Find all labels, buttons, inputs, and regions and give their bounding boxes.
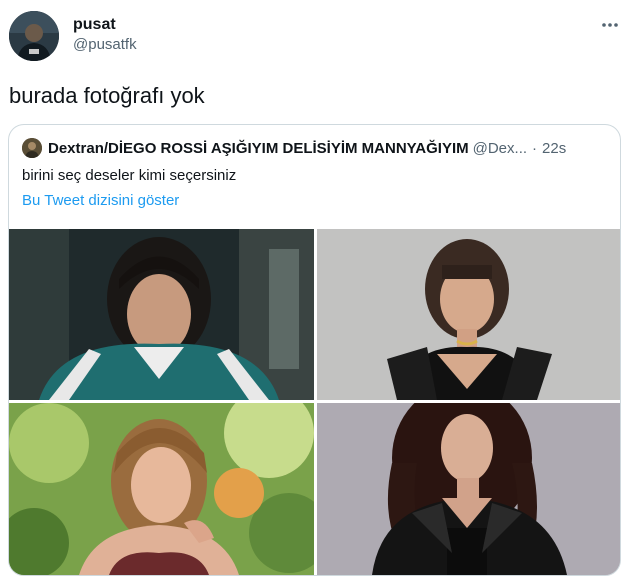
quoted-tweet-text: birini seç deseler kimi seçersiniz bbox=[22, 167, 237, 184]
photo-2[interactable] bbox=[317, 229, 620, 400]
quoted-tweet-header: Dextran/DİEGO ROSSİ AŞIĞIYIM DELİSİYİM M… bbox=[22, 137, 610, 159]
author-avatar[interactable] bbox=[9, 11, 59, 61]
tweet: pusat @pusatfk burada fotoğrafı yok Dext… bbox=[0, 0, 635, 583]
quoted-tweet[interactable]: Dextran/DİEGO ROSSİ AŞIĞIYIM DELİSİYİM M… bbox=[8, 124, 621, 576]
more-horizontal-icon[interactable] bbox=[599, 14, 621, 36]
photo-3[interactable] bbox=[9, 403, 314, 575]
photo-4[interactable] bbox=[317, 403, 620, 575]
quoted-tweet-time[interactable]: 22s bbox=[542, 140, 566, 157]
quoted-author-handle[interactable]: @Dex... bbox=[473, 140, 527, 157]
author-display-name[interactable]: pusat bbox=[73, 15, 137, 35]
quoted-author-display-name[interactable]: Dextran/DİEGO ROSSİ AŞIĞIYIM DELİSİYİM M… bbox=[48, 140, 469, 157]
show-thread-link[interactable]: Bu Tweet dizisini göster bbox=[22, 191, 179, 211]
separator-dot: · bbox=[532, 139, 538, 157]
author-handle[interactable]: @pusatfk bbox=[73, 35, 137, 55]
author-info: pusat @pusatfk bbox=[73, 15, 137, 55]
media-grid bbox=[9, 229, 620, 575]
tweet-text: burada fotoğrafı yok bbox=[9, 83, 205, 108]
photo-1[interactable] bbox=[9, 229, 314, 400]
quoted-author-avatar[interactable] bbox=[22, 138, 42, 158]
